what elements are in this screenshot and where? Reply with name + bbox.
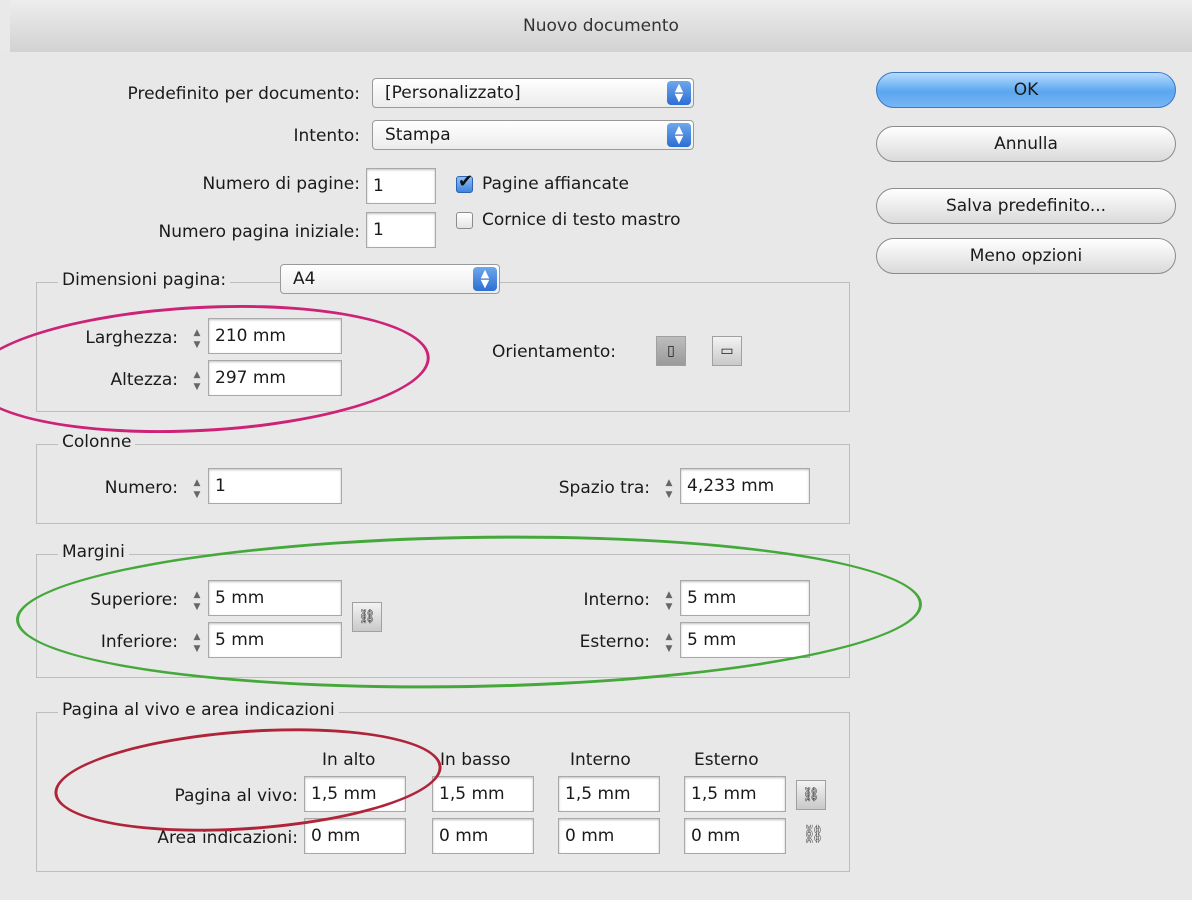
gutter-label: Spazio tra: [558,478,650,498]
preset-select[interactable]: [Personalizzato] ▲ ▼ [372,78,694,108]
bleed-link-icon[interactable]: ⛓ [796,780,826,810]
chain-link-icon[interactable]: ⛓ [352,602,382,632]
margin-outside-stepper-icon[interactable]: ▲ ▼ [660,628,678,658]
height-stepper-icon[interactable]: ▲ ▼ [188,366,206,396]
slug-row-label: Area indicazioni: [157,828,298,848]
intent-select-value: Stampa [385,125,451,145]
bleed-header-outside: Esterno [694,750,759,770]
margin-bottom-input[interactable]: 5 mm [208,622,342,658]
page-size-label: Dimensioni pagina: [58,270,231,290]
preset-select-value: [Personalizzato] [385,83,521,103]
bleed-top-input[interactable]: 1,5 mm [304,776,406,812]
intent-select[interactable]: Stampa ▲ ▼ [372,120,694,150]
orientation-label: Orientamento: [492,342,616,362]
window-title: Nuovo documento [523,16,679,36]
updown-arrows-icon: ▲ ▼ [667,123,691,147]
fewer-options-button[interactable]: Meno opzioni [876,238,1176,274]
gutter-stepper-icon[interactable]: ▲ ▼ [660,474,678,504]
margins-group [36,554,850,678]
margin-outside-input[interactable]: 5 mm [680,622,810,658]
bleed-row-label: Pagina al vivo: [174,786,298,806]
portrait-icon[interactable]: ▯ [656,336,686,366]
columns-number-label: Numero: [104,478,178,498]
bleed-outside-input[interactable]: 1,5 mm [684,776,786,812]
columns-number-input[interactable]: 1 [208,468,342,504]
page-size-select[interactable]: A4 ▲ ▼ [280,264,500,294]
margin-bottom-stepper-icon[interactable]: ▲ ▼ [188,628,206,658]
intent-label: Intento: [293,126,360,146]
start-page-label: Numero pagina iniziale: [158,222,360,242]
margin-top-label: Superiore: [90,590,178,610]
broken-link-icon[interactable]: ⛓ [802,822,825,848]
start-page-input[interactable]: 1 [366,212,436,248]
save-preset-button[interactable]: Salva predefinito... [876,188,1176,224]
updown-arrows-icon: ▲ ▼ [667,81,691,105]
slug-inside-input[interactable]: 0 mm [558,818,660,854]
margins-legend: Margini [58,542,129,562]
bleed-header-bottom: In basso [440,750,511,770]
facing-pages-label: Pagine affiancate [482,174,629,194]
margin-inside-stepper-icon[interactable]: ▲ ▼ [660,586,678,616]
window-title-bar: Nuovo documento [10,0,1192,53]
ok-button[interactable]: OK [876,72,1176,108]
slug-bottom-input[interactable]: 0 mm [432,818,534,854]
slug-top-input[interactable]: 0 mm [304,818,406,854]
slug-outside-input[interactable]: 0 mm [684,818,786,854]
columns-number-stepper-icon[interactable]: ▲ ▼ [188,474,206,504]
bleed-slug-legend: Pagina al vivo e area indicazioni [58,700,339,720]
height-input[interactable]: 297 mm [208,360,342,396]
cancel-button[interactable]: Annulla [876,126,1176,162]
margin-top-stepper-icon[interactable]: ▲ ▼ [188,586,206,616]
margin-bottom-label: Inferiore: [100,632,178,652]
updown-arrows-icon: ▲ ▼ [473,267,497,291]
columns-legend: Colonne [58,432,136,452]
master-text-frame-label: Cornice di testo mastro [482,210,681,230]
landscape-icon[interactable]: ▭ [712,336,742,366]
bleed-bottom-input[interactable]: 1,5 mm [432,776,534,812]
width-stepper-icon[interactable]: ▲ ▼ [188,324,206,354]
facing-pages-checkbox[interactable] [456,171,473,193]
num-pages-input[interactable]: 1 [366,168,436,204]
margin-inside-label: Interno: [583,590,650,610]
num-pages-label: Numero di pagine: [202,174,360,194]
page-size-select-value: A4 [293,269,316,289]
width-label: Larghezza: [85,328,178,348]
bleed-inside-input[interactable]: 1,5 mm [558,776,660,812]
margin-top-input[interactable]: 5 mm [208,580,342,616]
preset-label: Predefinito per documento: [127,84,361,104]
width-input[interactable]: 210 mm [208,318,342,354]
bleed-header-inside: Interno [570,750,631,770]
master-text-frame-checkbox[interactable] [456,212,473,229]
margin-outside-label: Esterno: [579,632,650,652]
gutter-input[interactable]: 4,233 mm [680,468,810,504]
bleed-header-top: In alto [322,750,376,770]
height-label: Altezza: [110,370,178,390]
margin-inside-input[interactable]: 5 mm [680,580,810,616]
